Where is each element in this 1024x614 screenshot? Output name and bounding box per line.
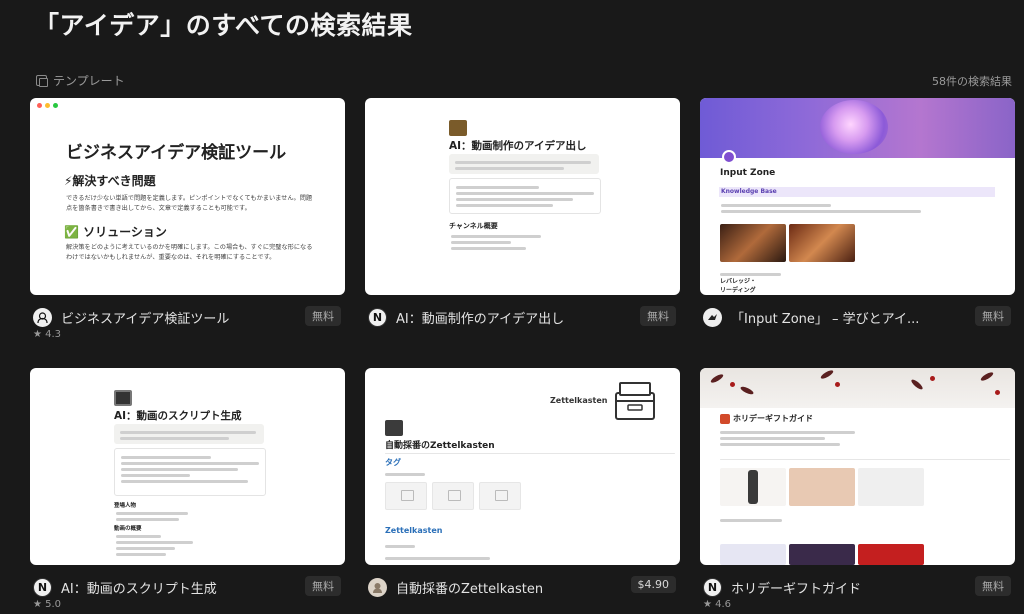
brain-cover-image bbox=[700, 98, 1015, 158]
section-templates: テンプレート bbox=[36, 72, 125, 89]
preview-title: AI：動画のスクリプト生成 bbox=[114, 410, 242, 422]
preview-text: 解決策をどのように考えているのかを明確にします。この場合も、すぐに完璧な形になる… bbox=[66, 244, 313, 261]
template-icon bbox=[36, 75, 48, 87]
price-badge: $4.90 bbox=[630, 576, 676, 593]
template-name[interactable]: ホリデーギフトガイド bbox=[731, 578, 861, 597]
product-image bbox=[789, 544, 855, 565]
preview-section: 動画の概要 bbox=[114, 526, 142, 532]
preview-section: Zettelkasten bbox=[385, 526, 443, 535]
holiday-cover-image bbox=[700, 368, 1015, 408]
template-preview[interactable]: ビジネスアイデア検証ツール ⚡解決すべき問題 できるだけ少ない単語で問題を定義し… bbox=[30, 98, 345, 295]
preview-callout bbox=[449, 154, 599, 174]
notion-icon: N bbox=[368, 307, 387, 327]
preview-prompt-box bbox=[449, 178, 601, 214]
product-image bbox=[858, 544, 924, 565]
template-name[interactable]: 自動採番のZettelkasten bbox=[396, 578, 543, 597]
window-dots bbox=[37, 103, 58, 108]
template-name[interactable]: ビジネスアイデア検証ツール bbox=[61, 308, 229, 327]
book-cover-image bbox=[720, 224, 786, 262]
film-icon bbox=[449, 120, 467, 136]
preview-subtitle: Knowledge Base bbox=[721, 188, 777, 195]
result-count: 58件の検索結果 bbox=[932, 75, 1012, 88]
notion-icon: N bbox=[33, 577, 52, 597]
price-badge: 無料 bbox=[975, 576, 1011, 596]
price-badge: 無料 bbox=[975, 306, 1011, 326]
zettelkasten-logo: Zettelkasten bbox=[550, 376, 670, 426]
preview-text: できるだけ少ない単語で問題を定義します。ピンポイントでなくてもかまいません。問題… bbox=[66, 195, 313, 212]
avatar-icon bbox=[33, 307, 52, 327]
template-name[interactable]: AI：動画のスクリプト生成 bbox=[61, 578, 217, 597]
preview-title: ホリデーギフトガイド bbox=[733, 414, 813, 423]
monitor-icon bbox=[114, 390, 132, 406]
preview-heading: ⚡解決すべき問題 bbox=[64, 174, 156, 188]
folder-icon bbox=[385, 420, 403, 436]
bird-avatar-icon bbox=[703, 307, 722, 327]
template-name[interactable]: 「Input Zone」 – 学びとアイ... bbox=[731, 308, 919, 327]
template-preview[interactable]: Input Zone Knowledge Base レバレッジ・リーディング bbox=[700, 98, 1015, 295]
archive-box-icon bbox=[615, 382, 655, 420]
preview-title: Input Zone bbox=[720, 168, 776, 178]
tag-tile[interactable] bbox=[479, 482, 521, 510]
brain-icon bbox=[722, 150, 736, 164]
preview-section: チャンネル概要 bbox=[449, 222, 498, 230]
rating: ★ 4.3 bbox=[33, 329, 62, 340]
price-badge: 無料 bbox=[305, 306, 341, 326]
template-preview[interactable]: AI：動画制作のアイデア出し チャンネル概要 bbox=[365, 98, 680, 295]
avatar-icon bbox=[368, 577, 387, 597]
price-badge: 無料 bbox=[640, 306, 676, 326]
product-image bbox=[858, 468, 924, 506]
preview-title: ビジネスアイデア検証ツール bbox=[66, 143, 287, 163]
preview-heading: ✅ ソリューション bbox=[64, 225, 167, 239]
preview-section: 登場人物 bbox=[114, 503, 137, 509]
price-badge: 無料 bbox=[305, 576, 341, 596]
tag-tile[interactable] bbox=[385, 482, 427, 510]
notion-icon: N bbox=[703, 577, 722, 597]
template-preview[interactable]: Zettelkasten 自動採番のZettelkasten タグ Zettel… bbox=[365, 368, 680, 565]
logo-text: Zettelkasten bbox=[550, 396, 608, 405]
preview-callout bbox=[114, 424, 264, 444]
book-cover-image bbox=[789, 224, 855, 262]
template-preview[interactable]: AI：動画のスクリプト生成 登場人物 動画の概要 bbox=[30, 368, 345, 565]
template-preview[interactable]: ホリデーギフトガイド bbox=[700, 368, 1015, 565]
template-name[interactable]: AI：動画制作のアイデア出し bbox=[396, 308, 564, 327]
rating: ★ 5.0 bbox=[33, 599, 62, 610]
preview-tag-heading: タグ bbox=[385, 458, 401, 467]
preview-prompt-box bbox=[114, 448, 266, 496]
preview-title: AI：動画制作のアイデア出し bbox=[449, 140, 587, 152]
tag-tile[interactable] bbox=[432, 482, 474, 510]
rating: ★ 4.6 bbox=[703, 599, 732, 610]
product-image bbox=[720, 544, 786, 565]
preview-section: レバレッジ・リーディング bbox=[720, 278, 757, 294]
section-label: テンプレート bbox=[53, 74, 125, 88]
product-image bbox=[720, 468, 786, 506]
page-title: 「アイデア」のすべての検索結果 bbox=[34, 11, 413, 40]
product-image bbox=[789, 468, 855, 506]
gift-icon bbox=[720, 414, 730, 424]
